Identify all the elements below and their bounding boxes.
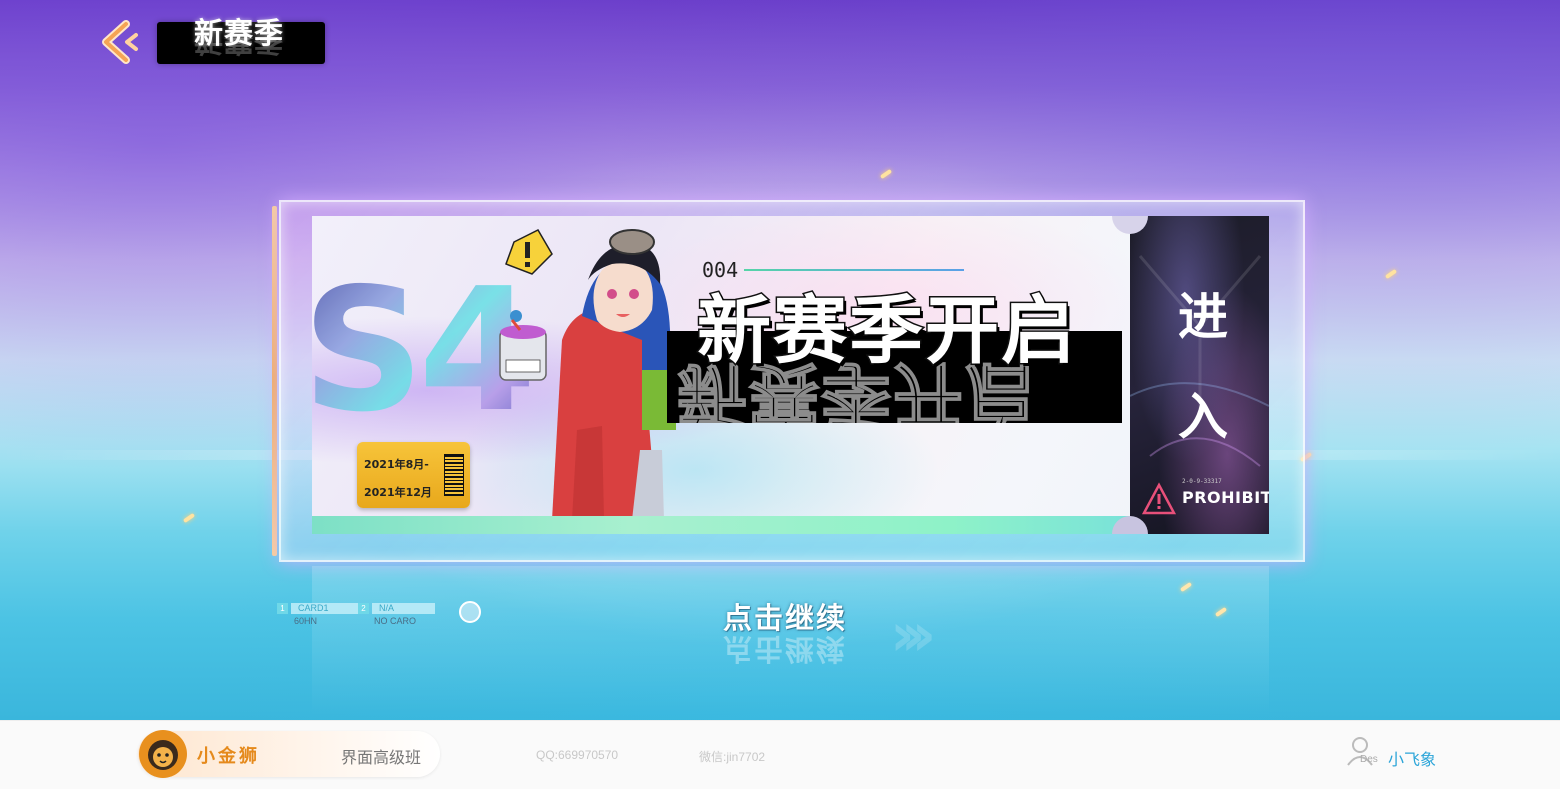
barcode-icon	[444, 454, 464, 496]
slot-toggle-button[interactable]	[459, 601, 481, 623]
prohibit-code: 2-0-9-33317	[1182, 478, 1222, 485]
user-tag: Des	[1360, 754, 1378, 765]
card-heading: 新赛季开启	[696, 288, 1077, 374]
slot1-index: 1	[277, 603, 288, 614]
continue-reflection: 点击继续	[723, 632, 848, 666]
slot2-sub: NO CARO	[374, 616, 417, 626]
back-button[interactable]	[96, 18, 144, 66]
enter-stub-button[interactable]: 进 入 2-0-9-33317 PROHIBIT	[1130, 216, 1269, 534]
prohibit-logo: 2-0-9-33317 PROHIBIT	[1142, 478, 1269, 522]
footer-bar: 小金狮 界面高级班 QQ:669970570 微信:jin7702 Des 小飞…	[0, 720, 1560, 789]
card-number: 004	[702, 258, 739, 282]
chevron-right-icon: ›››	[890, 600, 936, 670]
lion-logo-icon	[139, 730, 187, 778]
course-name: 界面高级班	[341, 748, 422, 767]
warning-triangle-icon	[1142, 482, 1176, 515]
game-scene: 新赛季 新赛季 S4 2021年8月- 2021年12月 004 新赛季开启 新…	[0, 0, 1560, 720]
slot1-label: CARD1	[291, 603, 366, 614]
brand-pill: 小金狮 界面高级班	[138, 730, 440, 778]
stub-char-2: 入	[1178, 388, 1228, 446]
card-slot-hud: 1 CARD1 60HN 2 N/A NO CARO	[277, 601, 487, 629]
stub-char-1: 进	[1178, 288, 1228, 346]
season-card[interactable]: S4 2021年8月- 2021年12月 004 新赛季开启 新赛季开启 进 入…	[312, 216, 1269, 534]
date-start: 2021年8月-	[364, 458, 429, 471]
chevron-left-icon	[102, 20, 138, 64]
character-illustration	[499, 229, 676, 520]
slot2-label: N/A	[372, 603, 435, 614]
prohibit-brand: PROHIBIT	[1182, 488, 1269, 507]
user-name[interactable]: 小飞象	[1388, 746, 1436, 770]
brand-name: 小金狮	[197, 746, 260, 767]
frame-accent	[272, 206, 277, 556]
slot2-index: 2	[358, 603, 369, 614]
page-title-reflection: 新赛季	[194, 38, 285, 58]
wechat-contact: 微信:jin7702	[699, 750, 766, 764]
card-number-line	[744, 269, 964, 271]
qq-contact: QQ:669970570	[536, 748, 619, 762]
slot1-sub: 60HN	[294, 616, 318, 626]
date-badge: 2021年8月- 2021年12月	[357, 442, 470, 508]
date-end: 2021年12月	[364, 486, 432, 499]
